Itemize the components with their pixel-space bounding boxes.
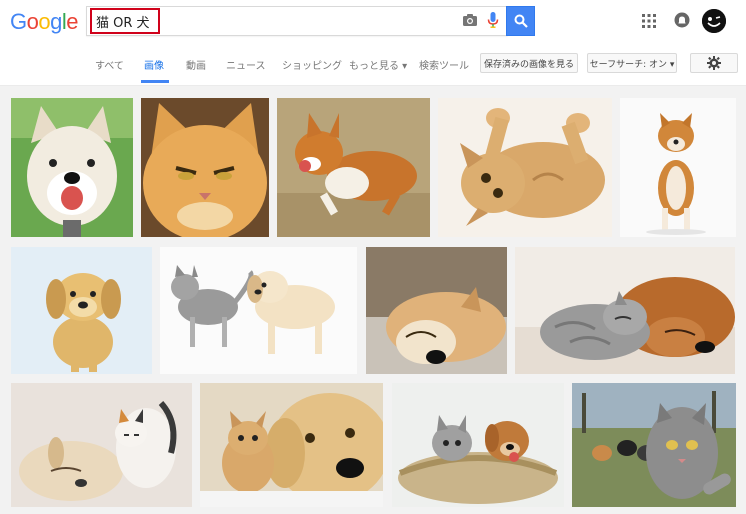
image-results-grid: [0, 86, 746, 514]
header: Google 猫 OR 犬 すべて 画像 動画 ニュース ショッピング もっと見…: [0, 0, 746, 86]
settings-button[interactable]: [690, 53, 738, 73]
tab-news[interactable]: ニュース: [226, 57, 266, 72]
google-logo[interactable]: Google: [10, 9, 79, 35]
result-image-corgi-running[interactable]: [277, 98, 430, 237]
logo-letter: g: [50, 9, 62, 34]
logo-letter: o: [26, 9, 39, 34]
result-image-puppy-sitting[interactable]: [11, 247, 152, 374]
result-image-dog-sleeping[interactable]: [366, 247, 507, 374]
result-image-shiba-dog-standing[interactable]: [620, 98, 736, 237]
result-image-kitten-and-puppy-in-basket[interactable]: [392, 383, 564, 507]
result-image-cat-selfie-with-dogs[interactable]: [572, 383, 736, 507]
search-icon: [514, 14, 528, 28]
search-button[interactable]: [506, 6, 535, 36]
camera-icon[interactable]: [462, 12, 478, 28]
gear-icon: [707, 56, 721, 70]
avatar[interactable]: [702, 9, 726, 33]
saved-images-button[interactable]: 保存済みの画像を見る: [480, 53, 578, 73]
tab-videos[interactable]: 動画: [186, 57, 206, 72]
safesearch-button[interactable]: セーフサーチ: オン ▾: [587, 53, 677, 73]
tab-search-tools[interactable]: 検索ツール: [419, 57, 469, 72]
result-image-orange-cat-grumpy[interactable]: [141, 98, 269, 237]
logo-letter: o: [38, 9, 51, 34]
search-box[interactable]: 猫 OR 犬: [86, 6, 508, 36]
logo-letter: G: [10, 9, 27, 34]
notifications-icon[interactable]: [674, 12, 690, 28]
tab-shopping[interactable]: ショッピング: [282, 57, 342, 72]
apps-grid-icon[interactable]: [642, 13, 656, 28]
tab-all[interactable]: すべて: [95, 57, 124, 72]
logo-letter: e: [66, 9, 79, 34]
tab-more[interactable]: もっと見る ▾: [349, 57, 407, 72]
result-image-puppy-and-kitten-sleeping[interactable]: [11, 383, 192, 507]
tab-images[interactable]: 画像: [144, 57, 164, 72]
result-image-kitten-and-puppy-walking[interactable]: [160, 247, 357, 374]
result-image-shiba-dog-smiling[interactable]: [11, 98, 133, 237]
result-image-cat-and-dog-sleeping-together[interactable]: [515, 247, 735, 374]
microphone-icon[interactable]: [486, 11, 500, 29]
result-image-kitten-with-golden-retriever[interactable]: [200, 383, 383, 507]
search-input[interactable]: 猫 OR 犬: [96, 12, 150, 31]
active-tab-indicator: [141, 80, 169, 83]
result-image-kitten-playing-on-back[interactable]: [438, 98, 612, 237]
